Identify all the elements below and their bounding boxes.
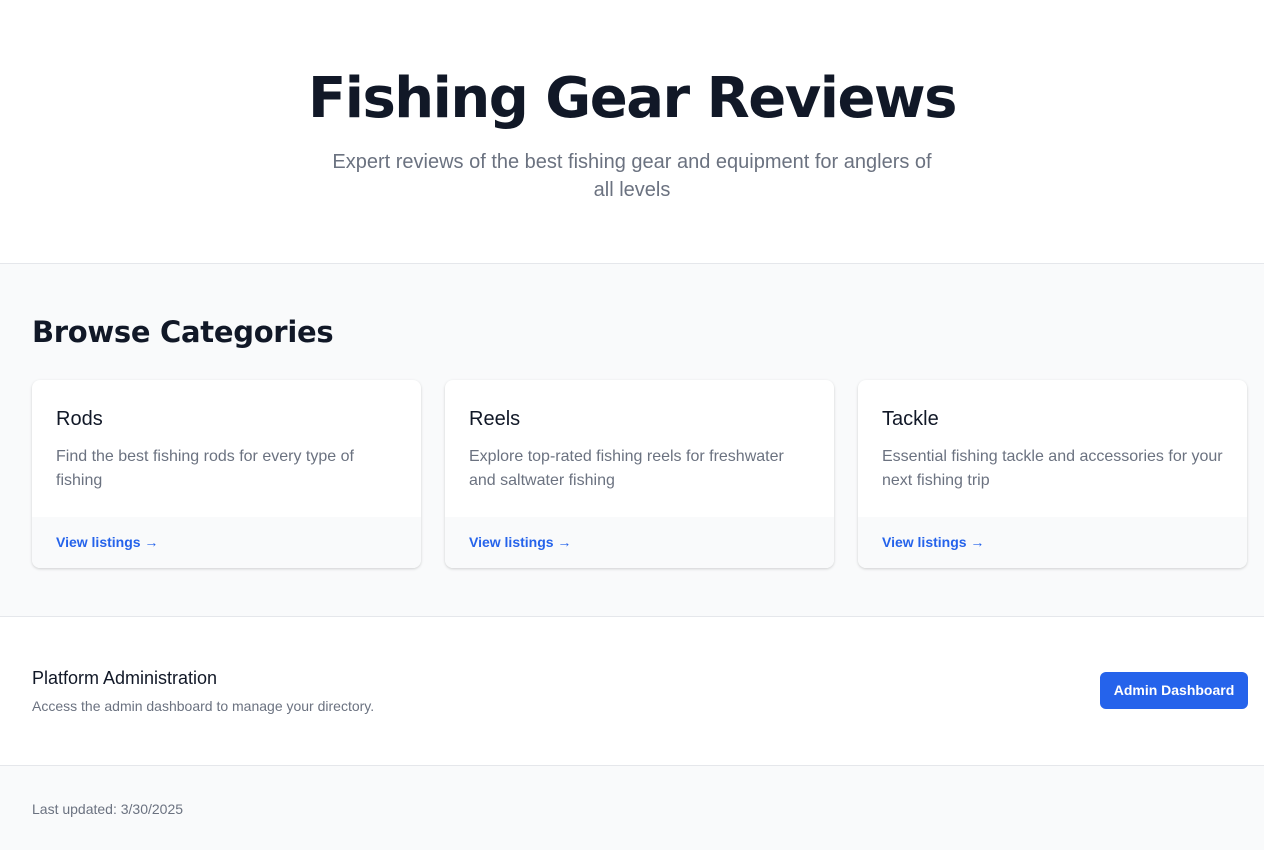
view-listings-link-reels[interactable]: View listings →: [469, 534, 571, 550]
category-grid: Rods Find the best fishing rods for ever…: [32, 380, 1248, 568]
admin-title: Platform Administration: [32, 668, 218, 688]
view-listings-link-rods[interactable]: View listings →: [56, 534, 158, 550]
card-title: Reels: [469, 408, 521, 430]
card-body: Reels Explore top-rated fishing reels fo…: [445, 380, 834, 517]
card-footer: View listings →: [858, 517, 1247, 568]
card-body: Rods Find the best fishing rods for ever…: [32, 380, 421, 517]
card-description: Essential fishing tackle and accessories…: [882, 448, 1223, 489]
card-title: Tackle: [882, 408, 939, 430]
page-title: Fishing Gear Reviews: [308, 66, 958, 131]
card-footer: View listings →: [32, 517, 421, 568]
categories-heading: Browse Categories: [32, 315, 334, 349]
card-body: Tackle Essential fishing tackle and acce…: [858, 380, 1247, 517]
category-card-tackle: Tackle Essential fishing tackle and acce…: [858, 380, 1247, 568]
card-footer: View listings →: [445, 517, 834, 568]
hero-section: Fishing Gear Reviews Expert reviews of t…: [0, 0, 1264, 264]
last-updated-text: Last updated: 3/30/2025: [32, 801, 184, 817]
admin-text: Platform Administration Access the admin…: [32, 666, 374, 716]
card-description: Find the best fishing rods for every typ…: [56, 448, 354, 489]
page-footer: Last updated: 3/30/2025: [0, 766, 1264, 850]
admin-section: Platform Administration Access the admin…: [0, 617, 1264, 766]
card-description: Explore top-rated fishing reels for fres…: [469, 448, 784, 489]
page-subtitle: Expert reviews of the best fishing gear …: [332, 151, 932, 201]
categories-section: Browse Categories Rods Find the best fis…: [0, 264, 1264, 617]
admin-description: Access the admin dashboard to manage you…: [32, 698, 375, 714]
category-card-rods: Rods Find the best fishing rods for ever…: [32, 380, 421, 568]
category-card-reels: Reels Explore top-rated fishing reels fo…: [445, 380, 834, 568]
admin-dashboard-button[interactable]: Admin Dashboard: [1100, 671, 1248, 709]
view-listings-link-tackle[interactable]: View listings →: [882, 534, 984, 550]
card-title: Rods: [56, 408, 103, 430]
